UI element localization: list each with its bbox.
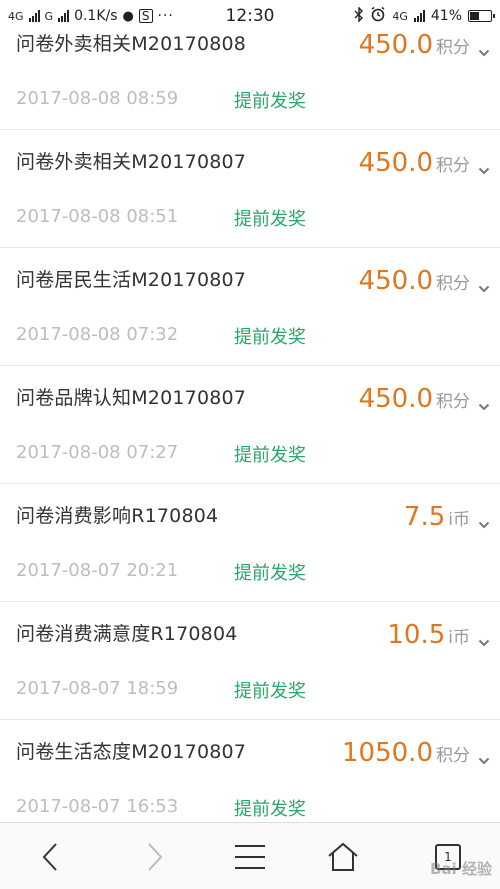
- list-item[interactable]: 问卷品牌认知M20170807 450.0 积分 2017-08-08 07:2…: [0, 366, 500, 484]
- reward-unit: 积分: [436, 392, 470, 412]
- reward-unit: 积分: [436, 38, 470, 58]
- record-time: 2017-08-08 08:51: [16, 206, 179, 227]
- home-icon[interactable]: [323, 837, 363, 877]
- reward-amount: 450.0: [358, 30, 433, 60]
- signal-icon-right: [413, 10, 425, 22]
- chevron-down-icon[interactable]: [478, 162, 490, 175]
- alarm-icon: [370, 6, 386, 26]
- early-award-status: 提前发奖: [234, 327, 306, 348]
- reward-amount: 450.0: [358, 148, 433, 178]
- chevron-down-icon[interactable]: [478, 398, 490, 411]
- network-speed: 0.1K/s: [74, 8, 118, 24]
- list-item[interactable]: 问卷消费满意度R170804 10.5 i币 2017-08-07 18:59 …: [0, 602, 500, 720]
- early-award-status: 提前发奖: [234, 209, 306, 230]
- signal-icon-2: [58, 10, 70, 22]
- menu-icon[interactable]: [230, 837, 270, 877]
- reward-amount-group: 450.0 积分: [359, 148, 470, 178]
- chevron-down-icon[interactable]: [478, 752, 490, 765]
- status-left: 4G G 0.1K/s ● S ···: [8, 8, 354, 24]
- status-right: 4G 41%: [354, 5, 495, 26]
- reward-unit: 积分: [436, 746, 470, 766]
- browser-bottom-nav: 1 Bai 经验: [0, 822, 500, 889]
- record-time: 2017-08-08 07:32: [16, 324, 179, 345]
- reward-unit: i币: [448, 510, 470, 530]
- chevron-down-icon[interactable]: [478, 516, 490, 529]
- reward-amount-group: 7.5 i币: [404, 502, 470, 532]
- early-award-status: 提前发奖: [234, 799, 306, 820]
- qq-icon: ●: [122, 8, 134, 24]
- reward-amount: 10.5: [387, 620, 446, 650]
- survey-title: 问卷生活态度M20170807: [16, 741, 247, 763]
- tab-count: 1: [444, 850, 452, 864]
- reward-record-list: 问卷外卖相关M20170808 450.0 积分 2017-08-08 08:5…: [0, 12, 500, 838]
- survey-title: 问卷消费满意度R170804: [16, 623, 238, 645]
- back-icon[interactable]: [30, 837, 70, 877]
- notification-icon: S: [138, 9, 153, 23]
- early-award-status: 提前发奖: [234, 445, 306, 466]
- list-item[interactable]: 问卷生活态度M20170807 1050.0 积分 2017-08-07 16:…: [0, 720, 500, 838]
- list-item[interactable]: 问卷居民生活M20170807 450.0 积分 2017-08-08 07:3…: [0, 248, 500, 366]
- more-icon: ···: [157, 8, 174, 24]
- record-time: 2017-08-07 16:53: [16, 796, 179, 817]
- reward-unit: i币: [448, 628, 470, 648]
- chevron-down-icon[interactable]: [478, 634, 490, 647]
- survey-title: 问卷消费影响R170804: [16, 505, 219, 527]
- battery-percent: 41%: [430, 8, 462, 24]
- record-time: 2017-08-07 20:21: [16, 560, 179, 581]
- survey-title: 问卷居民生活M20170807: [16, 269, 247, 291]
- reward-amount-group: 450.0 积分: [359, 384, 470, 414]
- reward-amount: 450.0: [358, 384, 433, 414]
- reward-amount-group: 10.5 i币: [387, 620, 470, 650]
- survey-title: 问卷外卖相关M20170808: [16, 33, 247, 55]
- record-time: 2017-08-08 07:27: [16, 442, 179, 463]
- signal-icon: [28, 10, 40, 22]
- reward-unit: 积分: [436, 156, 470, 176]
- reward-unit: 积分: [436, 274, 470, 294]
- survey-title: 问卷品牌认知M20170807: [16, 387, 247, 409]
- network-type-right: 4G: [392, 9, 408, 23]
- reward-amount-group: 450.0 积分: [359, 266, 470, 296]
- survey-title: 问卷外卖相关M20170807: [16, 151, 247, 173]
- tabs-button[interactable]: 1: [428, 837, 468, 877]
- forward-icon[interactable]: [135, 837, 175, 877]
- network-type-1: 4G: [8, 9, 24, 23]
- network-type-2: G: [44, 9, 54, 23]
- early-award-status: 提前发奖: [234, 91, 306, 112]
- chevron-down-icon[interactable]: [478, 280, 490, 293]
- record-time: 2017-08-08 08:59: [16, 88, 179, 109]
- tabs-icon: 1: [435, 844, 461, 870]
- list-item[interactable]: 问卷消费影响R170804 7.5 i币 2017-08-07 20:21 提前…: [0, 484, 500, 602]
- battery-icon: [468, 10, 495, 22]
- reward-amount-group: 1050.0 积分: [342, 738, 470, 768]
- record-time: 2017-08-07 18:59: [16, 678, 179, 699]
- early-award-status: 提前发奖: [234, 681, 306, 702]
- status-bar: 4G G 0.1K/s ● S ··· 12:30 4G 41%: [0, 0, 500, 32]
- reward-amount-group: 450.0 积分: [359, 30, 470, 60]
- chevron-down-icon[interactable]: [478, 44, 490, 57]
- list-item[interactable]: 问卷外卖相关M20170807 450.0 积分 2017-08-08 08:5…: [0, 130, 500, 248]
- reward-amount: 1050.0: [342, 738, 433, 768]
- bluetooth-icon: [354, 5, 364, 26]
- reward-amount: 7.5: [403, 502, 446, 532]
- early-award-status: 提前发奖: [234, 563, 306, 584]
- reward-amount: 450.0: [358, 266, 433, 296]
